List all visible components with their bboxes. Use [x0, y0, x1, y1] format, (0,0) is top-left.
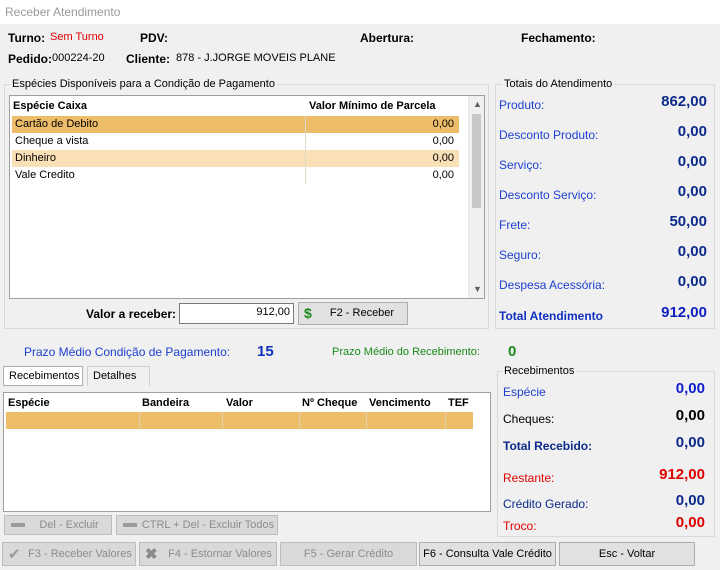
- totais-group-title: Totais do Atendimento: [502, 78, 615, 90]
- seguro-value: 0,00: [677, 243, 707, 260]
- rec-credito-label: Crédito Gerado:: [503, 497, 589, 511]
- valor-receber-input[interactable]: 912,00: [179, 303, 294, 324]
- recebimentos-grid[interactable]: Espécie Bandeira Valor Nº Cheque Vencime…: [3, 392, 491, 512]
- desconto-servico-value: 0,00: [677, 183, 707, 200]
- del-excluir-button[interactable]: Del - Excluir: [4, 515, 112, 535]
- cliente-value: 878 - J.JORGE MOVEIS PLANE: [176, 52, 336, 64]
- table-row[interactable]: [6, 412, 473, 429]
- total-atendimento-label: Total Atendimento: [499, 309, 603, 323]
- turno-value: Sem Turno: [50, 31, 104, 43]
- fechamento-label: Fechamento:: [521, 31, 596, 45]
- f2-receber-button[interactable]: $ F2 - Receber: [298, 302, 408, 325]
- pedido-value: 000224-20: [52, 52, 105, 64]
- desconto-servico-label: Desconto Serviço:: [499, 188, 597, 202]
- table-row[interactable]: Vale Credito 0,00: [12, 167, 459, 184]
- rec-total-label: Total Recebido:: [503, 439, 593, 453]
- pdv-label: PDV:: [140, 31, 169, 45]
- window-title: Receber Atendimento: [0, 0, 720, 24]
- prazo-recebimento-value: 0: [508, 343, 517, 360]
- turno-label: Turno:: [8, 31, 46, 45]
- rec-credito-value: 0,00: [675, 492, 705, 509]
- f4-estornar-valores-button[interactable]: ✖ F4 - Estornar Valores: [139, 542, 277, 566]
- rec-especie-value: 0,00: [675, 380, 705, 397]
- cheque-col-header[interactable]: Nº Cheque: [302, 397, 357, 409]
- ctrl-del-excluir-todos-button[interactable]: CTRL + Del - Excluir Todos: [116, 515, 278, 535]
- especies-col-header[interactable]: Espécie Caixa: [13, 100, 87, 112]
- prazo-medio-label: Prazo Médio Condição de Pagamento:: [24, 345, 231, 359]
- f5-gerar-credito-button[interactable]: F5 - Gerar Crédito: [280, 542, 417, 566]
- rec-restante-label: Restante:: [503, 471, 555, 485]
- servico-value: 0,00: [677, 153, 707, 170]
- rec-cheques-label: Cheques:: [503, 412, 555, 426]
- f6-consulta-vale-credito-button[interactable]: F6 - Consulta Vale Crédito: [419, 542, 556, 566]
- minus-icon: [123, 523, 137, 527]
- rec-cheques-value: 0,00: [675, 407, 705, 424]
- minus-icon: [11, 523, 25, 527]
- recebimentos-totais-title: Recebimentos: [502, 365, 577, 377]
- despesa-acessoria-label: Despesa Acessória:: [499, 278, 606, 292]
- valor-col-header[interactable]: Valor: [226, 397, 253, 409]
- f3-receber-valores-button[interactable]: ✔ F3 - Receber Valores: [2, 542, 136, 566]
- seguro-label: Seguro:: [499, 248, 542, 262]
- rec-total-value: 0,00: [675, 434, 705, 451]
- table-row[interactable]: Cartão de Debito 0,00: [12, 116, 459, 133]
- prazo-recebimento-label: Prazo Médio do Recebimento:: [332, 346, 480, 358]
- totais-group: [495, 84, 715, 329]
- scroll-down-icon[interactable]: ▼: [473, 284, 482, 294]
- desconto-produto-value: 0,00: [677, 123, 707, 140]
- frete-value: 50,00: [669, 213, 707, 230]
- scroll-thumb[interactable]: [472, 114, 481, 208]
- table-row[interactable]: Cheque a vista 0,00: [12, 133, 459, 150]
- bandeira-col-header[interactable]: Bandeira: [142, 397, 189, 409]
- abertura-label: Abertura:: [360, 31, 415, 45]
- tef-col-header[interactable]: TEF: [448, 397, 469, 409]
- scroll-up-icon[interactable]: ▲: [473, 99, 482, 109]
- check-icon: ✔: [8, 546, 21, 563]
- especies-grid[interactable]: Espécie Caixa Valor Mínimo de Parcela Ca…: [9, 95, 485, 299]
- x-icon: ✖: [145, 546, 158, 563]
- valor-minimo-col-header[interactable]: Valor Mínimo de Parcela: [309, 100, 436, 112]
- cliente-label: Cliente:: [126, 52, 171, 66]
- valor-receber-label: Valor a receber:: [86, 307, 177, 321]
- despesa-acessoria-value: 0,00: [677, 273, 707, 290]
- vencimento-col-header[interactable]: Vencimento: [369, 397, 431, 409]
- desconto-produto-label: Desconto Produto:: [499, 128, 599, 142]
- dollar-icon: $: [304, 305, 312, 321]
- especies-scrollbar[interactable]: ▲ ▼: [468, 96, 484, 298]
- rec-especie-label: Espécie: [503, 385, 546, 399]
- rec-troco-value: 0,00: [675, 514, 705, 531]
- total-atendimento-value: 912,00: [661, 304, 707, 321]
- tab-detalhes[interactable]: Detalhes: [87, 366, 150, 386]
- pedido-label: Pedido:: [8, 52, 52, 66]
- rec-restante-value: 912,00: [659, 466, 705, 483]
- frete-label: Frete:: [499, 218, 531, 232]
- especies-group-title: Espécies Disponíveis para a Condição de …: [10, 78, 277, 90]
- rec-troco-label: Troco:: [503, 519, 537, 533]
- tab-recebimentos[interactable]: Recebimentos: [3, 366, 83, 386]
- produto-value: 862,00: [661, 93, 707, 110]
- produto-label: Produto:: [499, 98, 545, 112]
- prazo-medio-value: 15: [257, 343, 274, 360]
- esc-voltar-button[interactable]: Esc - Voltar: [559, 542, 695, 566]
- table-row[interactable]: Dinheiro 0,00: [12, 150, 459, 167]
- especie-col-header[interactable]: Espécie: [8, 397, 50, 409]
- servico-label: Serviço:: [499, 158, 543, 172]
